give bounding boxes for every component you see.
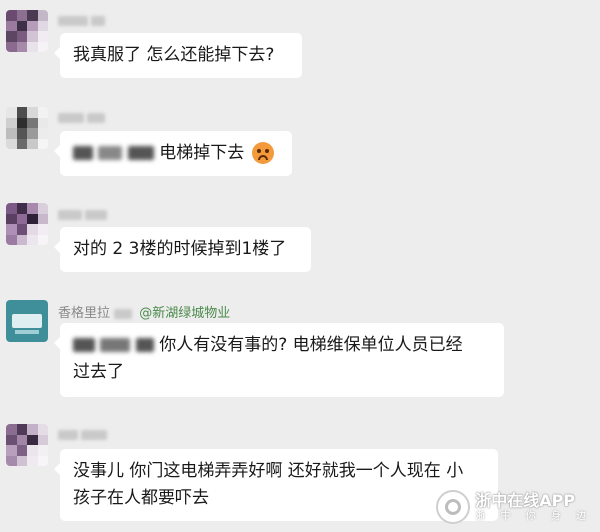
scared-face-emoji-icon — [251, 142, 274, 164]
avatar[interactable] — [6, 107, 48, 149]
watermark-title: 浙中在线APP — [475, 490, 576, 510]
watermark-subtitle: 浙 中 你 身 边 — [475, 510, 592, 522]
redacted-text — [100, 338, 131, 352]
message-text-line1: 你人有没有事的? 电梯维保单位人员已经 — [159, 335, 463, 355]
message-text-line2: 过去了 — [73, 362, 124, 382]
avatar[interactable] — [6, 300, 48, 342]
message-bubble[interactable]: 电梯掉下去 — [54, 131, 292, 176]
avatar[interactable] — [6, 10, 48, 52]
watermark: 浙中在线APP 浙 中 你 身 边 — [436, 490, 592, 524]
sender-nickname — [58, 207, 110, 222]
redacted-text — [127, 146, 154, 160]
sender-nickname — [58, 13, 108, 28]
avatar[interactable] — [6, 424, 48, 466]
avatar[interactable] — [6, 203, 48, 245]
sender-name: 香格里拉 — [58, 306, 111, 321]
message-text: 我真服了 怎么还能掉下去? — [73, 45, 275, 65]
message-text-line1: 没事儿 你门这电梯弄弄好啊 还好就我一个人现在 小 — [73, 461, 464, 481]
redacted-text — [73, 146, 93, 160]
message-bubble[interactable]: 没事儿 你门这电梯弄弄好啊 还好就我一个人现在 小 孩子在人都要吓去 — [54, 449, 498, 521]
sender-nickname — [58, 427, 110, 442]
message-text-line2: 孩子在人都要吓去 — [73, 488, 209, 508]
message-text: 电梯掉下去 — [159, 143, 245, 163]
message-bubble[interactable]: 对的 2 3楼的时候掉到1楼了 — [54, 227, 311, 272]
zhezhong-logo-icon — [436, 490, 471, 524]
redacted-text — [135, 338, 154, 352]
message-text: 对的 2 3楼的时候掉到1楼了 — [73, 239, 287, 259]
redacted-text — [73, 338, 95, 352]
message-bubble[interactable]: 你人有没有事的? 电梯维保单位人员已经 过去了 — [54, 323, 504, 397]
redacted-text — [98, 146, 123, 160]
sender-nickname: 香格里拉 @新湖绿城物业 — [58, 302, 230, 321]
sender-nickname — [58, 110, 108, 125]
mention-tag[interactable]: @新湖绿城物业 — [139, 306, 230, 321]
message-bubble[interactable]: 我真服了 怎么还能掉下去? — [54, 33, 302, 78]
